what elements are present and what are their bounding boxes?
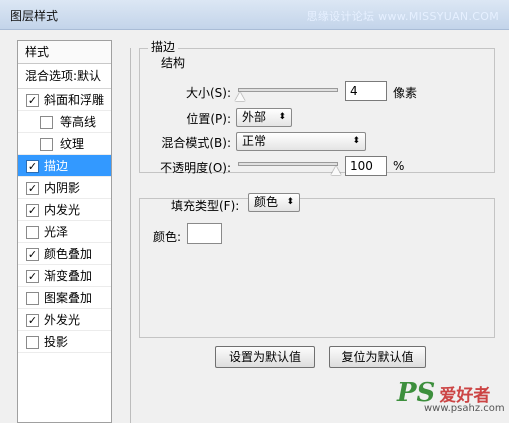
- sidebar-item-label: 内发光: [44, 203, 81, 217]
- checkbox-color-overlay[interactable]: ✓: [26, 248, 39, 261]
- checkbox-outer-glow[interactable]: ✓: [26, 314, 39, 327]
- sidebar-item-drop-shadow[interactable]: 投影: [18, 331, 111, 353]
- sidebar-item-label: 投影: [44, 335, 69, 349]
- position-select[interactable]: 外部 ⬍: [236, 108, 292, 127]
- sidebar-item-label: 渐变叠加: [44, 269, 93, 283]
- checkbox-stroke[interactable]: ✓: [26, 160, 39, 173]
- sidebar-item-satin[interactable]: 光泽: [18, 221, 111, 243]
- styles-sidebar: 样式 混合选项:默认 ✓ 斜面和浮雕 等高线 纹理 ✓ 描边 ✓ 内阴影 ✓ 内…: [17, 40, 112, 423]
- sidebar-item-stroke[interactable]: ✓ 描边: [18, 155, 111, 177]
- sidebar-item-label: 光泽: [44, 225, 69, 239]
- checkbox-gradient-overlay[interactable]: ✓: [26, 270, 39, 283]
- sidebar-item-texture[interactable]: 纹理: [18, 133, 111, 155]
- color-label: 颜色:: [153, 230, 182, 244]
- position-select-value: 外部: [242, 110, 267, 124]
- stroke-section-title: 描边: [148, 38, 179, 55]
- opacity-slider-track[interactable]: [238, 162, 338, 166]
- reset-default-button[interactable]: 复位为默认值: [329, 346, 426, 368]
- sidebar-item-bevel-emboss[interactable]: ✓ 斜面和浮雕: [18, 89, 111, 111]
- size-input[interactable]: 4: [345, 81, 387, 101]
- styles-header[interactable]: 样式: [18, 41, 111, 64]
- sidebar-item-inner-glow[interactable]: ✓ 内发光: [18, 199, 111, 221]
- fill-group: [139, 198, 495, 338]
- size-unit: 像素: [393, 86, 418, 100]
- sidebar-item-color-overlay[interactable]: ✓ 颜色叠加: [18, 243, 111, 265]
- title-bar: 图层样式 思缘设计论坛 www.MISSYUAN.COM: [0, 0, 509, 30]
- checkbox-contour[interactable]: [40, 116, 53, 129]
- size-slider-track[interactable]: [238, 88, 338, 92]
- blend-options-item[interactable]: 混合选项:默认: [18, 64, 111, 89]
- sidebar-item-label: 纹理: [60, 137, 85, 151]
- checkbox-bevel-emboss[interactable]: ✓: [26, 94, 39, 107]
- chevron-updown-icon: ⬍: [286, 197, 294, 207]
- sidebar-item-label: 等高线: [60, 115, 97, 129]
- fill-type-select-value: 颜色: [254, 195, 279, 209]
- watermark-top: 思缘设计论坛 www.MISSYUAN.COM: [306, 10, 499, 23]
- color-swatch[interactable]: [187, 223, 222, 244]
- checkbox-inner-glow[interactable]: ✓: [26, 204, 39, 217]
- checkbox-satin[interactable]: [26, 226, 39, 239]
- sidebar-item-inner-shadow[interactable]: ✓ 内阴影: [18, 177, 111, 199]
- opacity-slider-thumb[interactable]: [331, 166, 341, 175]
- sidebar-item-contour[interactable]: 等高线: [18, 111, 111, 133]
- checkbox-texture[interactable]: [40, 138, 53, 151]
- blend-mode-select[interactable]: 正常 ⬍: [236, 132, 366, 151]
- structure-title: 结构: [158, 54, 189, 71]
- chevron-updown-icon: ⬍: [278, 112, 286, 122]
- checkbox-pattern-overlay[interactable]: [26, 292, 39, 305]
- sidebar-item-label: 描边: [44, 159, 69, 173]
- sidebar-item-gradient-overlay[interactable]: ✓ 渐变叠加: [18, 265, 111, 287]
- position-label: 位置(P):: [186, 112, 231, 126]
- set-default-button[interactable]: 设置为默认值: [215, 346, 315, 368]
- opacity-label: 不透明度(O):: [160, 161, 231, 175]
- opacity-input[interactable]: 100: [345, 156, 387, 176]
- fill-type-label: 填充类型(F):: [171, 199, 240, 213]
- sidebar-item-label: 内阴影: [44, 181, 81, 195]
- sidebar-item-label: 图案叠加: [44, 291, 93, 305]
- window-title: 图层样式: [10, 9, 59, 23]
- size-slider-thumb[interactable]: [235, 92, 245, 101]
- sidebar-item-label: 颜色叠加: [44, 247, 93, 261]
- chevron-updown-icon: ⬍: [352, 136, 360, 146]
- checkbox-inner-shadow[interactable]: ✓: [26, 182, 39, 195]
- stroke-panel: 描边 结构 大小(S): 4 像素 位置(P): 外部 ⬍ 混合模式(B): 正…: [130, 38, 498, 423]
- fill-type-select[interactable]: 颜色 ⬍: [248, 193, 300, 212]
- size-label: 大小(S):: [185, 86, 231, 100]
- sidebar-item-pattern-overlay[interactable]: 图案叠加: [18, 287, 111, 309]
- sidebar-item-label: 外发光: [44, 313, 81, 327]
- blend-mode-select-value: 正常: [242, 134, 267, 148]
- blend-mode-label: 混合模式(B):: [161, 136, 231, 150]
- opacity-unit: %: [393, 159, 405, 173]
- watermark-url: www.psahz.com: [424, 403, 505, 414]
- sidebar-item-outer-glow[interactable]: ✓ 外发光: [18, 309, 111, 331]
- checkbox-drop-shadow[interactable]: [26, 336, 39, 349]
- sidebar-item-label: 斜面和浮雕: [44, 93, 105, 107]
